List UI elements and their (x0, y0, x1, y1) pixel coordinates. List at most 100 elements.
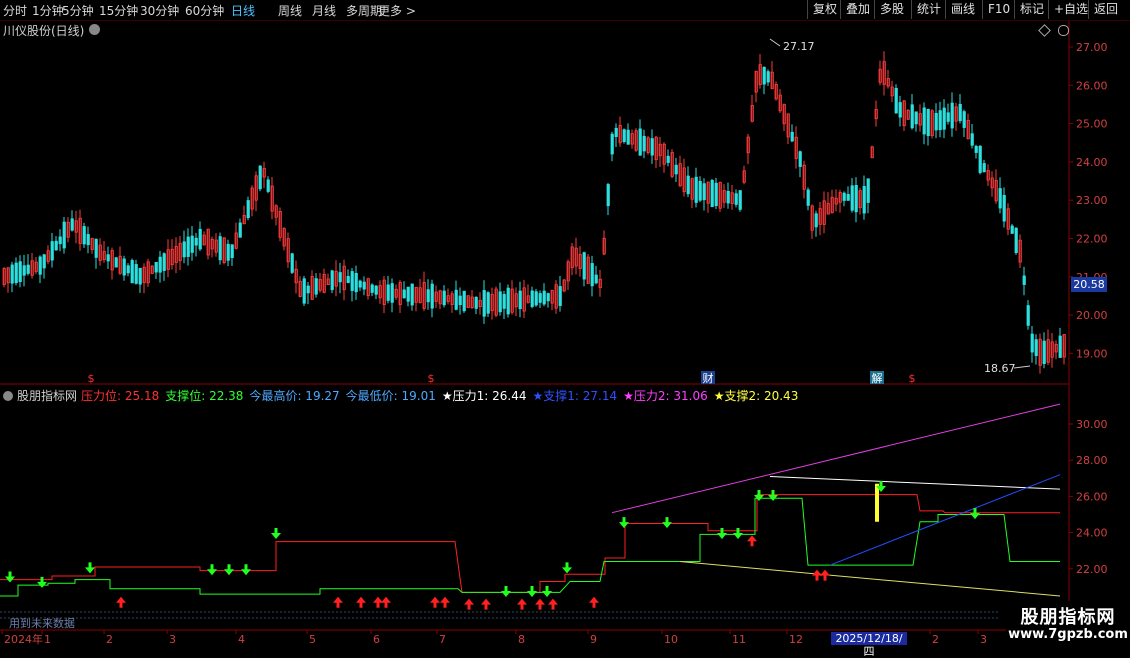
ind-ytick-label: 22.00 (1076, 563, 1108, 576)
chevron-down-icon[interactable] (89, 24, 100, 35)
candle-body (922, 107, 926, 135)
candle-body (402, 289, 406, 299)
toolbar-button-1[interactable]: 叠加 (840, 0, 875, 19)
candle-body (502, 294, 506, 309)
candle-body (290, 253, 294, 273)
candle-body (82, 226, 86, 245)
period-4[interactable]: 30分钟 (140, 2, 179, 19)
period-8[interactable]: 月线 (312, 2, 336, 19)
indicator-field-1: 支撑位: 22.38 (165, 389, 244, 403)
x-tick-label: 3 (980, 633, 987, 646)
event-marker[interactable]: 财 (703, 371, 714, 385)
event-marker[interactable]: $ (88, 372, 95, 385)
candlestick-series (2, 51, 1066, 374)
buy-arrow-icon (356, 596, 366, 608)
chart-canvas[interactable]: 27.0026.0025.0024.0023.0022.0021.0020.00… (0, 0, 1130, 650)
sell-arrow-icon (562, 562, 572, 574)
sell-arrow-icon (527, 585, 537, 597)
watermark-url: www.7gpzb.com (1008, 627, 1128, 642)
candle-body (766, 71, 770, 83)
high-label: 27.17 (783, 40, 815, 53)
event-marker[interactable]: $ (428, 372, 435, 385)
indicator-field-3: 今最低价: 19.01 (345, 389, 436, 403)
toolbar-button-8[interactable]: 返回 (1088, 0, 1123, 19)
sell-arrow-icon (37, 576, 47, 588)
main-ytick-label: 25.00 (1076, 118, 1108, 131)
candle-body (710, 179, 714, 208)
candle-body (814, 213, 818, 228)
candle-body (978, 145, 982, 173)
period-9[interactable]: 多周期 (346, 2, 382, 19)
x-tick-label: 6 (373, 633, 380, 646)
future-data-text: 用到未来数据 (9, 616, 75, 630)
high-pointer (769, 38, 781, 47)
candle-body (26, 264, 30, 274)
toolbar-button-0[interactable]: 复权 (807, 0, 842, 19)
candle-body (934, 113, 938, 131)
candle-body (762, 66, 766, 85)
candle-body (894, 87, 898, 114)
highlight-bar (875, 483, 879, 522)
sell-arrow-icon (733, 528, 743, 540)
indicator-field-6: ★压力2: 31.06 (623, 389, 708, 403)
x-tick-label: 2 (932, 633, 939, 646)
stock-title[interactable]: 川仪股份(日线) (3, 22, 84, 39)
chevron-down-icon[interactable] (3, 391, 13, 401)
support1-trendline (829, 474, 1061, 566)
period-2[interactable]: 5分钟 (62, 2, 94, 19)
buy-arrow-icon (548, 598, 558, 610)
buy-arrow-icon (430, 596, 440, 608)
candle-body (942, 107, 946, 130)
toolbar-button-7[interactable]: +自选 (1048, 0, 1093, 19)
candle-body (246, 200, 250, 218)
indicator-field-7: ★支撑2: 20.43 (713, 389, 799, 403)
event-marker[interactable]: 解 (872, 371, 883, 385)
candle-body (866, 178, 870, 203)
event-marker[interactable]: $ (909, 372, 916, 385)
candle-body (542, 290, 546, 305)
resistance2-trendline (611, 403, 1061, 514)
x-tick-label: 4 (238, 633, 245, 646)
buy-arrow-icon (481, 598, 491, 610)
candle-body (362, 281, 366, 290)
sell-arrow-icon (717, 528, 727, 540)
sell-arrow-icon (5, 571, 15, 583)
toolbar-button-3[interactable]: 统计 (911, 0, 946, 19)
toolbar-button-5[interactable]: F10 (982, 0, 1015, 19)
buy-arrow-icon (333, 596, 343, 608)
period-6[interactable]: 日线 (231, 2, 255, 19)
period-0[interactable]: 分时 (3, 2, 27, 19)
candle-body (482, 290, 486, 317)
candle-body (714, 182, 718, 207)
x-tick-label: 10 (664, 633, 678, 646)
candle-body (158, 256, 162, 273)
toolbar-button-6[interactable]: 标记 (1014, 0, 1049, 19)
candle-body (134, 264, 138, 284)
candle-body (62, 221, 66, 249)
buy-arrow-icon (589, 596, 599, 608)
sell-arrow-icon (224, 564, 234, 576)
candle-body (454, 289, 458, 310)
toolbar-button-2[interactable]: 多股 (874, 0, 909, 19)
candle-body (226, 243, 230, 261)
candle-body (374, 285, 378, 295)
candle-body (638, 128, 642, 156)
period-10[interactable]: 更多 > (378, 2, 416, 19)
settings-icon[interactable] (1058, 25, 1069, 36)
sell-arrow-icon (619, 517, 629, 529)
toolbar-button-4[interactable]: 画线 (945, 0, 980, 19)
period-1[interactable]: 1分钟 (32, 2, 64, 19)
candle-body (50, 241, 54, 261)
candle-body (962, 111, 966, 128)
candle-body (114, 257, 118, 268)
candle-body (58, 236, 62, 245)
sell-arrow-icon (768, 490, 778, 502)
sell-arrow-icon (207, 564, 217, 576)
period-5[interactable]: 60分钟 (185, 2, 224, 19)
period-7[interactable]: 周线 (278, 2, 302, 19)
candle-body (694, 176, 698, 203)
candle-body (674, 164, 678, 175)
candle-body (702, 183, 706, 201)
sell-arrow-icon (542, 585, 552, 597)
period-3[interactable]: 15分钟 (99, 2, 138, 19)
